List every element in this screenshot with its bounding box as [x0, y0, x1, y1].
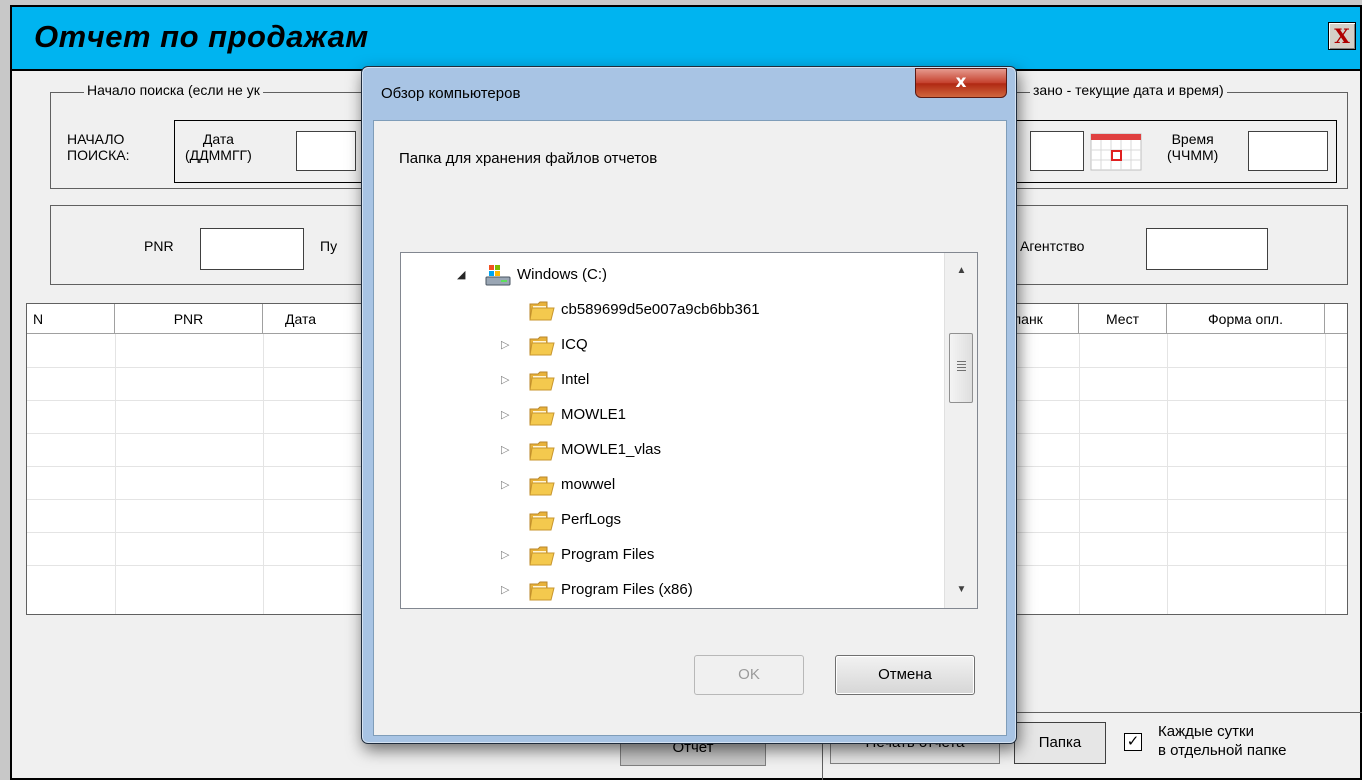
tree-item-label: cb589699d5e007a9cb6bb361 — [561, 301, 760, 318]
tree-item[interactable]: PerfLogs — [401, 503, 941, 538]
tree-item[interactable]: ▷ Program Files — [401, 538, 941, 573]
time-input[interactable] — [1248, 131, 1328, 171]
folder-tree[interactable]: ◢ Windows (C:) cb589699d5e007a9cb6bb361 ▷ IC… — [400, 252, 978, 609]
tree-item[interactable]: ▷ mowwel — [401, 468, 941, 503]
folder-icon — [529, 511, 555, 531]
column-header-seats[interactable]: Мест — [1079, 304, 1167, 334]
folder-icon — [529, 336, 555, 356]
tree-item[interactable]: ◢ Windows (C:) — [401, 258, 941, 293]
expand-arrow-icon[interactable]: ▷ — [501, 478, 509, 491]
agency-label: Агентство — [1020, 238, 1085, 254]
dialog-description: Папка для хранения файлов отчетов — [399, 150, 658, 167]
scroll-up-arrow[interactable]: ▲ — [945, 253, 977, 289]
window-title: Отчет по продажам — [34, 19, 369, 54]
close-button[interactable]: X — [1328, 22, 1356, 50]
time-label: Время (ЧЧММ) — [1167, 131, 1218, 163]
date-label-line2: (ДДММГГ) — [185, 147, 252, 163]
tree-item[interactable]: ▷ MOWLE1_vlas — [401, 433, 941, 468]
time-label-line2: (ЧЧММ) — [1167, 147, 1219, 163]
column-divider — [1079, 334, 1080, 614]
scroll-thumb[interactable] — [949, 333, 973, 403]
column-divider — [115, 334, 116, 614]
tree-item[interactable]: cb589699d5e007a9cb6bb361 — [401, 293, 941, 328]
tree-scrollbar[interactable]: ▲ ▼ — [944, 253, 977, 608]
search-start-legend-tail: зано - текущие дата и время) — [1030, 82, 1227, 98]
pnr-input[interactable] — [200, 228, 304, 270]
tree-item[interactable]: ▷ Program Files (x86) — [401, 573, 941, 608]
folder-button[interactable]: Папка — [1014, 722, 1106, 764]
column-divider — [1325, 334, 1326, 614]
tree-item[interactable]: ▷ ICQ — [401, 328, 941, 363]
date-label-line1: Дата — [202, 131, 234, 147]
ok-button-label: OK — [738, 666, 760, 683]
dialog-close-button[interactable]: x — [915, 68, 1007, 98]
folder-icon — [529, 406, 555, 426]
expanded-arrow-icon[interactable]: ◢ — [457, 268, 465, 281]
column-header-n[interactable]: N — [27, 304, 115, 334]
column-header-pnr[interactable]: PNR — [115, 304, 263, 334]
tree-item[interactable]: ▷ MOWLE1 — [401, 398, 941, 433]
tree-item-label: mowwel — [561, 476, 616, 493]
agency-input[interactable] — [1146, 228, 1268, 270]
tree-item-label: MOWLE1_vlas — [561, 441, 662, 458]
expand-arrow-icon[interactable]: ▷ — [501, 443, 509, 456]
search-start-legend: Начало поиска (если не ук — [84, 82, 263, 98]
expand-arrow-icon[interactable]: ▷ — [501, 373, 509, 386]
cancel-button[interactable]: Отмена — [835, 655, 975, 695]
folder-icon — [529, 441, 555, 461]
time-label-line1: Время — [1171, 131, 1214, 147]
close-icon: x — [955, 72, 967, 92]
ok-button[interactable]: OK — [694, 655, 804, 695]
folder-icon — [529, 581, 555, 601]
date-label: Дата (ДДММГГ) — [185, 131, 252, 163]
tree-item[interactable]: ▷ Intel — [401, 363, 941, 398]
tree-item-label: Intel — [561, 371, 590, 388]
folder-icon — [529, 301, 555, 321]
folder-button-label: Папка — [1038, 734, 1082, 751]
title-bar: Отчет по продажам X — [12, 7, 1360, 71]
scroll-down-arrow[interactable]: ▼ — [945, 572, 977, 608]
scroll-grip-icon — [957, 361, 966, 373]
close-icon: X — [1334, 24, 1350, 48]
start-label-line2: ПОИСКА: — [67, 147, 130, 163]
point-label: Пу — [320, 238, 338, 254]
column-divider — [1167, 334, 1168, 614]
expand-arrow-icon[interactable]: ▷ — [501, 408, 509, 421]
column-divider — [263, 334, 264, 614]
folder-icon — [529, 476, 555, 496]
dialog-title: Обзор компьютеров — [381, 85, 521, 102]
tree-item-label: Program Files (x86) — [561, 581, 693, 598]
folder-icon — [529, 371, 555, 391]
date-input[interactable] — [296, 131, 356, 171]
drive-icon — [485, 265, 511, 286]
daily-folder-label: Каждые сутки в отдельной папке — [1158, 722, 1287, 760]
tree-item-label: PerfLogs — [561, 511, 622, 528]
expand-arrow-icon[interactable]: ▷ — [501, 548, 509, 561]
column-header-blank[interactable]: ланк — [1007, 304, 1079, 334]
start-label-line1: НАЧАЛО — [67, 131, 125, 147]
pnr-label: PNR — [144, 238, 174, 254]
expand-arrow-icon[interactable]: ▷ — [501, 583, 509, 596]
tree-item-label: Program Files — [561, 546, 655, 563]
tree-item-label: Windows (C:) — [517, 266, 608, 283]
daily-label-line1: Каждые сутки — [1158, 723, 1254, 740]
date-input-end[interactable] — [1030, 131, 1084, 171]
daily-folder-checkbox[interactable]: ✓ — [1124, 733, 1142, 751]
column-header-date[interactable]: Дата — [263, 304, 367, 334]
cancel-button-label: Отмена — [878, 666, 932, 683]
tree-item-label: ICQ — [561, 336, 588, 353]
column-header-filler — [1325, 304, 1347, 334]
daily-label-line2: в отдельной папке — [1158, 742, 1287, 759]
start-search-label: НАЧАЛО ПОИСКА: — [67, 131, 130, 163]
tree-item-label: MOWLE1 — [561, 406, 627, 423]
expand-arrow-icon[interactable]: ▷ — [501, 338, 509, 351]
column-header-payment[interactable]: Форма опл. — [1167, 304, 1325, 334]
folder-icon — [529, 546, 555, 566]
calendar-icon[interactable] — [1090, 133, 1142, 171]
